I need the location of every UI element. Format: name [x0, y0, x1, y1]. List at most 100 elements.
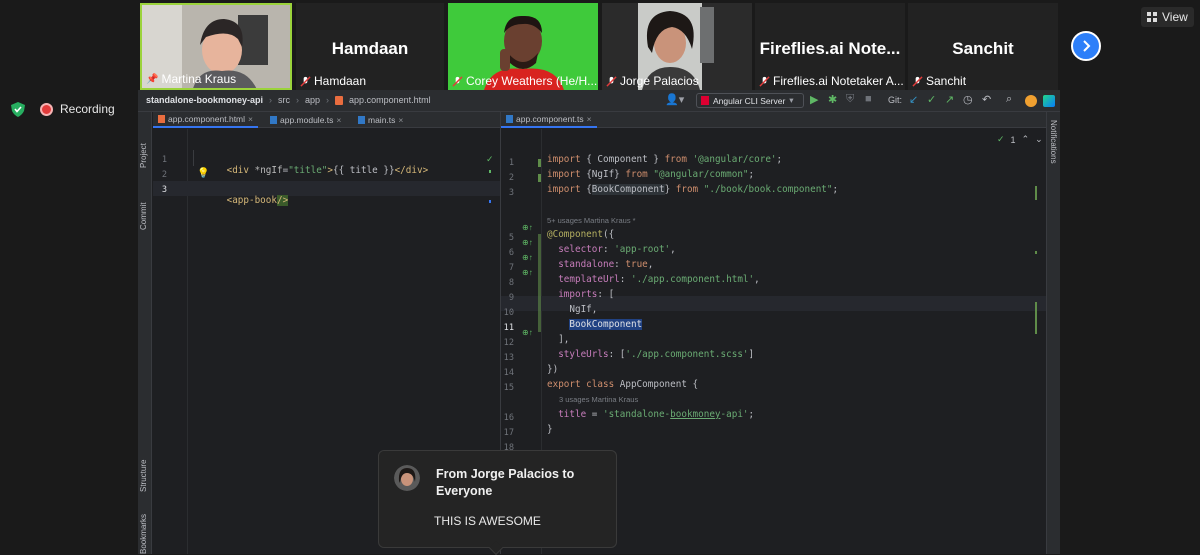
tab-app-component-ts[interactable]: app.component.ts × — [501, 112, 597, 128]
breadcrumb-separator: › — [296, 95, 300, 105]
code-line[interactable]: } — [547, 424, 553, 435]
tool-window-bookmarks[interactable]: Bookmarks — [139, 504, 148, 554]
tool-window-project[interactable]: Project — [139, 122, 148, 168]
participant-name-row: Hamdaan — [300, 74, 366, 88]
line-number: 1 — [508, 158, 514, 168]
scrollbar-marker — [489, 200, 491, 203]
chat-notification-popup[interactable]: From Jorge Palacios to Everyone THIS IS … — [378, 450, 617, 555]
recording-indicator[interactable]: Recording — [40, 102, 115, 116]
bookmarks-label: Bookmarks — [139, 513, 148, 554]
next-participants-button[interactable] — [1071, 31, 1101, 61]
line-number: 11 — [503, 323, 514, 333]
participant-tile-fireflies[interactable]: Fireflies.ai Note... Fireflies.ai Noteta… — [755, 3, 905, 90]
ide-toolbar: standalone-bookmoney-api › src › app › a… — [138, 90, 1060, 112]
coverage-icon[interactable]: ⛨ — [846, 93, 854, 106]
usages-hint[interactable]: 3 usages Martina Kraus — [559, 395, 638, 404]
chevron-down-icon[interactable]: ⌄ — [1035, 134, 1043, 145]
tab-main-ts[interactable]: main.ts × — [353, 112, 408, 128]
tool-window-commit[interactable]: Commit — [139, 184, 148, 230]
chevron-up-icon[interactable]: ⌃ — [1022, 134, 1030, 145]
muted-mic-icon — [300, 75, 311, 87]
code-line[interactable]: title = 'standalone-bookmoney-api'; — [547, 409, 754, 420]
close-icon[interactable]: × — [587, 114, 592, 124]
participant-tile-hamdaan[interactable]: Hamdaan Hamdaan — [296, 3, 444, 90]
tab-app-module-ts[interactable]: app.module.ts × — [265, 112, 346, 128]
structure-label: Structure — [139, 459, 148, 492]
rollback-icon[interactable]: ↶ — [982, 93, 991, 106]
intention-bulb-icon[interactable]: 💡 — [197, 168, 209, 179]
code-line[interactable]: }) — [547, 364, 558, 375]
close-icon[interactable]: × — [336, 115, 341, 125]
line-number: 8 — [508, 278, 514, 288]
close-icon[interactable]: × — [248, 114, 253, 124]
code-line[interactable]: templateUrl: './app.component.html', — [547, 274, 760, 285]
commit-label: Commit — [139, 202, 148, 230]
tool-window-structure[interactable]: Structure — [139, 444, 148, 492]
grid-view-icon — [1147, 12, 1157, 22]
participant-name: Sanchit — [926, 74, 967, 88]
breadcrumb-app[interactable]: app — [305, 95, 320, 105]
line-number: 17 — [503, 428, 514, 438]
angular-icon — [701, 96, 709, 105]
code-line[interactable]: standalone: true, — [547, 259, 653, 270]
code-line[interactable]: selector: 'app-root', — [547, 244, 676, 255]
stop-icon[interactable]: ■ — [865, 93, 872, 105]
chevron-right-icon — [1083, 40, 1091, 52]
inspection-widget[interactable]: ✓ 1 ⌃ ⌄ — [997, 134, 1043, 145]
breadcrumb-file[interactable]: app.component.html — [349, 95, 431, 105]
chat-popup-title: From Jorge Palacios to Everyone — [436, 466, 606, 500]
implements-icon[interactable]: ⊕↑ — [522, 238, 533, 247]
code-line[interactable]: styleUrls: ['./app.component.scss'] — [547, 349, 754, 360]
tab-label: app.component.html — [168, 114, 246, 124]
participant-tile-jorge[interactable]: Jorge Palacios — [602, 3, 752, 90]
no-problems-check-icon[interactable]: ✓ — [486, 154, 494, 165]
code-line[interactable]: <app-book/> — [193, 184, 289, 217]
participant-tile-martina[interactable]: 📌 Martina Kraus — [140, 3, 292, 90]
usages-hint[interactable]: 5+ usages Martina Kraus * — [547, 216, 636, 225]
search-icon[interactable]: ⌕ — [1006, 93, 1012, 106]
line-number: 1 — [161, 155, 167, 165]
muted-mic-icon — [912, 75, 923, 87]
close-icon[interactable]: × — [398, 115, 403, 125]
breadcrumb-project[interactable]: standalone-bookmoney-api — [146, 95, 263, 105]
chat-popup-title-line: From Jorge Palacios to — [436, 467, 575, 481]
history-icon[interactable]: ◷ — [963, 93, 973, 106]
participant-tile-sanchit[interactable]: Sanchit Sanchit — [908, 3, 1058, 90]
debug-icon[interactable]: ✱ — [828, 93, 837, 106]
git-update-icon[interactable]: ↙ — [909, 93, 918, 106]
implements-icon[interactable]: ⊕↑ — [522, 223, 533, 232]
code-line[interactable]: imports: [ — [547, 289, 614, 300]
participant-name: Corey Weathers (He/H... — [466, 74, 598, 88]
git-commit-icon[interactable]: ✓ — [927, 93, 936, 106]
view-button[interactable]: View — [1141, 7, 1194, 27]
implements-icon[interactable]: ⊕↑ — [522, 253, 533, 262]
code-line[interactable]: export class AppComponent { — [547, 379, 698, 390]
code-line[interactable]: NgIf, — [547, 304, 597, 315]
line-number: 10 — [503, 308, 514, 318]
participant-big-name: Sanchit — [952, 39, 1014, 58]
security-shield-icon[interactable] — [11, 102, 25, 117]
implements-icon[interactable]: ⊕↑ — [522, 268, 533, 277]
code-line[interactable]: import {BookComponent} from "./book/book… — [547, 184, 838, 195]
tool-window-notifications[interactable]: Notifications — [1049, 120, 1058, 164]
code-line[interactable]: <div *ngIf="title">{{ title }}</div> — [193, 154, 429, 187]
line-number: 9 — [508, 293, 514, 303]
tab-label: app.module.ts — [280, 115, 334, 125]
jetbrains-ai-icon[interactable] — [1043, 95, 1055, 107]
breadcrumb-src[interactable]: src — [278, 95, 290, 105]
git-push-icon[interactable]: ↗ — [945, 93, 954, 106]
user-icon[interactable]: 👤▾ — [665, 93, 684, 106]
ts-file-icon — [358, 116, 365, 124]
code-line[interactable]: import {NgIf} from "@angular/common"; — [547, 169, 754, 180]
run-icon[interactable]: ▶ — [810, 93, 818, 106]
code-line[interactable]: ], — [547, 334, 569, 345]
scrollbar-marker — [1035, 186, 1037, 200]
run-config-select[interactable]: Angular CLI Server ▾ — [696, 93, 804, 108]
code-line[interactable]: @Component({ — [547, 229, 614, 240]
update-icon[interactable] — [1025, 95, 1037, 107]
code-line[interactable]: BookComponent — [547, 319, 643, 330]
participant-tile-corey[interactable]: Corey Weathers (He/H... — [448, 3, 598, 90]
code-line[interactable]: import { Component } from '@angular/core… — [547, 154, 782, 165]
implements-icon[interactable]: ⊕↑ — [522, 328, 533, 337]
tab-app-component-html[interactable]: app.component.html × — [153, 112, 258, 128]
